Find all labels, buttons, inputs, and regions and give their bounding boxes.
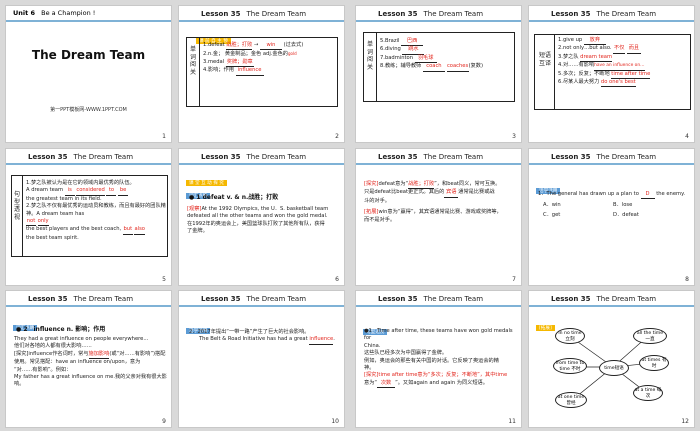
mindmap-node: in no time 立刻: [555, 328, 585, 344]
header-rule: [6, 20, 171, 22]
explanation-text: [探究]defeat意为“战胜；打败”，和beat同义，常可互换。 只是defe…: [364, 181, 502, 223]
exercise-text: 2．2017年提出“一带一路”产生了巨大的社会影响。 The Belt & Ro…: [189, 329, 341, 345]
slide-thumbnail-3[interactable]: Lesson 35 The Dream Team 单词阅关 5.Brazil 巴西…: [355, 5, 522, 143]
lesson-header: Lesson 35 The Dream Team: [6, 291, 171, 307]
option-c[interactable]: C．get: [543, 212, 613, 219]
slide-number: 3: [512, 133, 516, 140]
slide-thumbnail-9[interactable]: Lesson 35 The Dream Team 词汇点睛 ● 2 influen…: [5, 290, 172, 428]
slide-number: 6: [335, 276, 339, 283]
slide-number: 12: [681, 418, 689, 425]
lesson-header: Lesson 35 The Dream Team: [529, 291, 694, 307]
vocab-list: 1.defeat 战胜；打败 → win (过去式) 2.n.金； 黄金制品；金…: [203, 42, 337, 76]
slide-thumbnail-1[interactable]: Unit 6 Be a Champion ! The Dream Team 第一…: [5, 5, 172, 143]
lesson-label: Lesson 35: [201, 10, 241, 18]
sentence-text: 1.梦之队被认为是在它的领域内最优秀的队伍。 A dream team is c…: [26, 180, 166, 241]
lesson-header: Lesson 35 The Dream Team: [356, 149, 521, 165]
slide-number: 1: [162, 133, 166, 140]
phrase-list: 1.give up 放弃 2.not only…but also. 不仅 而且 …: [558, 37, 690, 88]
example-text: [观察]At the 1992 Olympics, the U．S. baske…: [187, 206, 329, 235]
lesson-header: Lesson 35 The Dream Team: [179, 291, 344, 307]
exercise-question: 1．The general has drawn up a plan to D t…: [538, 191, 692, 200]
slide-title: The Dream Team: [31, 48, 146, 62]
lesson-title: The Dream Team: [246, 10, 307, 18]
slide-number: 9: [162, 418, 166, 425]
slide-number: 10: [331, 418, 339, 425]
side-label: 单词阅关: [189, 46, 196, 76]
point-heading: ● 1 defeat v. & n.战胜；打败: [189, 194, 279, 201]
side-label: 单词阅关: [366, 41, 373, 71]
slide-number: 2: [335, 133, 339, 140]
slide-thumbnail-2[interactable]: Lesson 35 The Dream Team 课 前 自 主 预 单词阅关 1…: [178, 5, 345, 143]
mindmap-node: at a time 每次: [633, 385, 663, 401]
lesson-header: Lesson 35 The Dream Team: [6, 149, 171, 165]
slide-number: 11: [508, 418, 516, 425]
slide-number: 5: [162, 276, 166, 283]
vocab-list: 5.Brazil 巴西 6.diving 跳水 7.badminton 羽毛球 …: [380, 38, 514, 72]
unit-title: Be a Champion !: [41, 9, 96, 17]
mindmap-node: at times 有时: [639, 355, 669, 371]
exercise-options: A．win B．lose C．get D．defeat: [543, 202, 683, 220]
lesson-header: Lesson 35 The Dream Team: [529, 6, 694, 22]
slide-thumbnail-12[interactable]: Lesson 35 The Dream Team [拓展] time短语 in n…: [528, 290, 695, 428]
lesson-header: Lesson 35 The Dream Team: [356, 291, 521, 307]
side-label: 句型透视: [13, 191, 20, 221]
slide-thumbnail-8[interactable]: Lesson 35 The Dream Team 活学活用 1．The gener…: [528, 148, 695, 286]
lesson-header: Lesson 35 The Dream Team: [179, 149, 344, 165]
slide-number: 8: [685, 276, 689, 283]
mindmap-center: time短语: [599, 360, 629, 376]
slide-thumbnail-11[interactable]: Lesson 35 The Dream Team 句型透视 ●1 Time aft…: [355, 290, 522, 428]
option-b[interactable]: B．lose: [613, 202, 683, 209]
lesson-header: Lesson 35 The Dream Team: [529, 149, 694, 165]
lesson-header: Lesson 35 The Dream Team: [179, 6, 344, 22]
unit-header: Unit 6 Be a Champion !: [6, 6, 171, 20]
mindmap-node: all the time 一直: [633, 328, 667, 344]
slide-thumbnail-10[interactable]: Lesson 35 The Dream Team 活学活用 2．2017年提出“一…: [178, 290, 345, 428]
footer-text: 第一PPT模板网-WWW.1PPT.COM: [50, 107, 127, 113]
slide-thumbnail-7[interactable]: Lesson 35 The Dream Team [探究]defeat意为“战胜；…: [355, 148, 522, 286]
mindmap-node: at one time 曾经: [555, 392, 587, 408]
mindmap-node: from time to time 不时: [553, 358, 587, 374]
slide-thumbnail-4[interactable]: Lesson 35 The Dream Team 短语互译 1.give up 放…: [528, 5, 695, 143]
slide-thumbnail-5[interactable]: Lesson 35 The Dream Team 句型透视 1.梦之队被认为是在它…: [5, 148, 172, 286]
slide-thumbnail-6[interactable]: Lesson 35 The Dream Team 课 堂 互 动 探 究 词汇点睛…: [178, 148, 345, 286]
slide-grid: Unit 6 Be a Champion ! The Dream Team 第一…: [0, 0, 700, 431]
side-label: 短语互译: [538, 52, 551, 67]
slide-number: 4: [685, 133, 689, 140]
option-d[interactable]: D．defeat: [613, 212, 683, 219]
lesson-header: Lesson 35 The Dream Team: [356, 6, 521, 22]
point-heading: ● 2 influence n. 影响；作用: [16, 326, 106, 333]
option-a[interactable]: A．win: [543, 202, 613, 209]
unit-label: Unit 6: [13, 9, 36, 17]
slide-number: 7: [512, 276, 516, 283]
example-text: They had a great influence on people eve…: [14, 336, 167, 388]
sentence-text: ●1 Time after time, these teams have won…: [364, 328, 520, 389]
